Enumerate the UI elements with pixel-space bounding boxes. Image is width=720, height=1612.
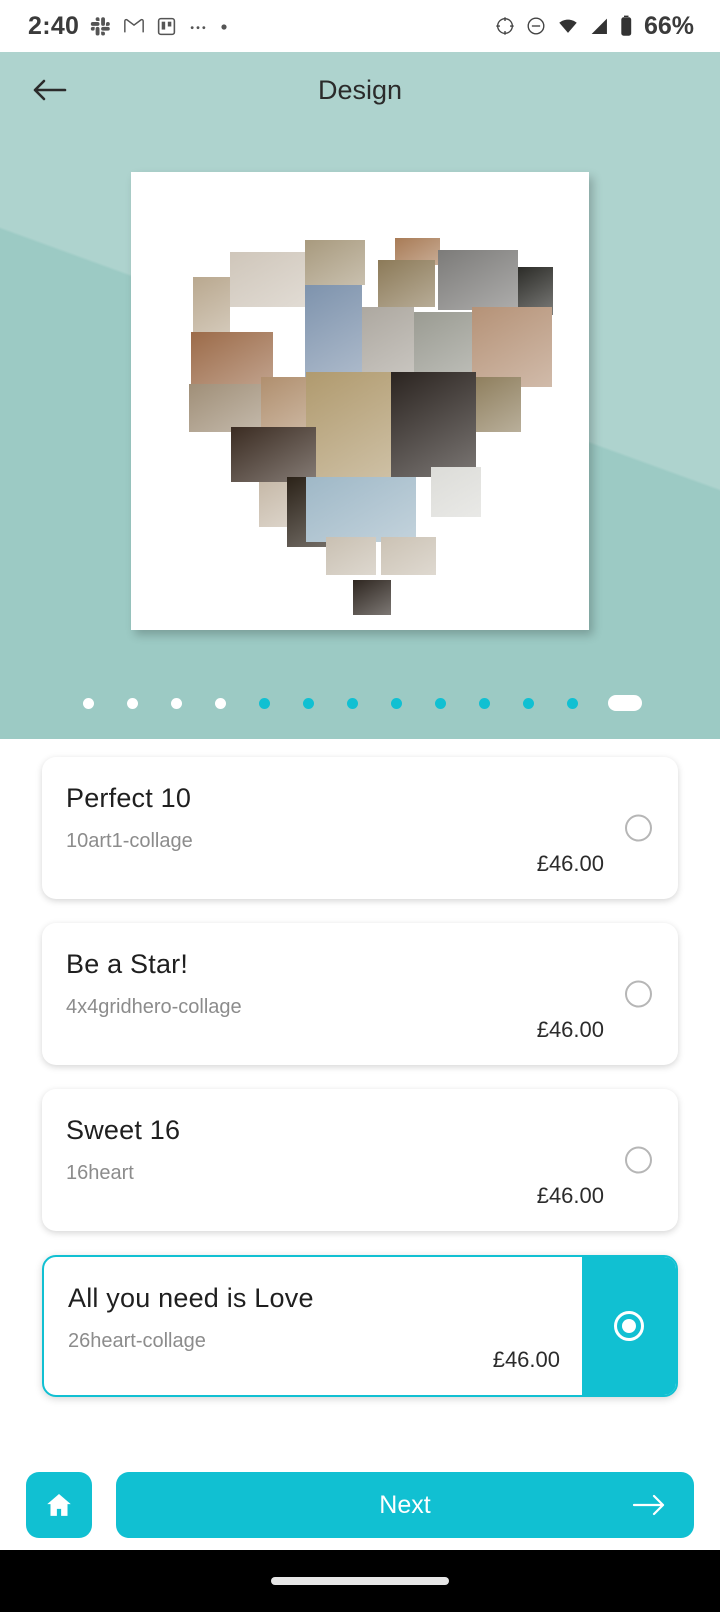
pager-dot[interactable] [566,697,578,709]
next-button[interactable]: Next [116,1472,694,1538]
bottom-action-bar: Next [0,1470,720,1540]
option-card[interactable]: Perfect 10 10art1-collage £46.00 [42,757,678,899]
pager-dot[interactable] [126,697,138,709]
collage-photo-tile [193,277,230,332]
trello-icon [156,16,177,37]
arrow-right-icon [632,1492,666,1518]
pager-dot[interactable] [434,697,446,709]
collage-photo-tile [353,580,391,615]
next-button-label: Next [379,1490,431,1519]
pager-dot[interactable] [390,697,402,709]
radio-button[interactable] [625,814,652,842]
pager-dot[interactable] [170,697,182,709]
collage-photo-tile [230,252,305,307]
design-option-list: Perfect 10 10art1-collage £46.00 Be a Star!… [0,739,720,1397]
radio-dot [622,1319,636,1333]
option-code: 4x4gridhero-collage [66,996,242,1018]
collage-photo-tile [305,240,365,285]
system-nav-bar [0,1550,720,1612]
design-option-4[interactable]: All you need is Love 26heart-collage £46.0… [0,1255,720,1397]
collage-photo-tile [431,467,481,517]
status-bar-right: 66% [494,12,694,41]
more-dots-icon [188,16,208,36]
nav-home-handle[interactable] [271,1577,449,1585]
option-code: 16heart [66,1162,134,1184]
option-price: £46.00 [536,1183,604,1208]
collage-photo-tile [391,372,476,477]
dnd-icon [525,15,547,37]
collage-photo-tile [326,537,376,575]
gmail-icon [123,15,145,37]
option-card[interactable]: Sweet 16 16heart £46.00 [42,1089,678,1231]
app-bar: Design [0,52,720,128]
back-arrow-icon [31,75,69,105]
option-card[interactable]: Be a Star! 4x4gridhero-collage £46.00 [42,923,678,1065]
option-price: £46.00 [536,851,604,876]
collage-photo-tile [306,477,416,542]
pager-dot-active[interactable] [608,695,642,711]
slack-icon [90,15,112,37]
option-title: Sweet 16 [66,1115,181,1145]
collage-preview-wrapper[interactable] [0,172,720,630]
collage-photo-tile [378,260,435,307]
design-option-1[interactable]: Perfect 10 10art1-collage £46.00 [0,757,720,899]
pager-dot[interactable] [346,697,358,709]
collage-photo-tile [189,384,261,432]
radio-button[interactable] [625,1146,652,1174]
pager-dot[interactable] [522,697,534,709]
radio-button-selected[interactable] [614,1311,644,1341]
wifi-icon [556,15,580,37]
design-option-3[interactable]: Sweet 16 16heart £46.00 [0,1089,720,1231]
pager-dot[interactable] [214,697,226,709]
collage-photo-tile [231,427,316,482]
collage-photo-tile [259,482,287,527]
collage-photo-tile [305,285,362,382]
page-title: Design [317,74,403,105]
option-title: Perfect 10 [66,783,192,813]
battery-percent: 66% [643,11,694,40]
collage-photo-tile [472,307,552,387]
dot-icon [219,21,229,31]
pager-dot[interactable] [82,697,94,709]
app-screen: 2:40 66% Design Perfect 10 10art1-collag… [0,0,720,1612]
option-title: Be a Star! [66,949,189,979]
collage-canvas[interactable] [131,172,589,630]
status-bar-clock: 2:40 [28,11,80,40]
pager-dot[interactable] [258,697,270,709]
collage-photo-tile [381,537,436,575]
collage-photo-tile [438,250,518,310]
status-bar: 2:40 66% [0,0,720,52]
home-button[interactable] [26,1472,92,1538]
home-icon [44,1490,74,1520]
option-code: 10art1-collage [66,830,193,852]
option-card[interactable]: All you need is Love 26heart-collage £46.0… [42,1255,678,1397]
back-button[interactable] [22,62,78,118]
collage-photo-tile [306,372,391,477]
pager-dot[interactable] [302,697,314,709]
preview-area: Design [0,52,720,739]
location-icon [494,15,516,37]
signal-icon [589,16,610,37]
radio-button[interactable] [625,980,652,1008]
collage-photo-tile [476,377,521,432]
design-option-2[interactable]: Be a Star! 4x4gridhero-collage £46.00 [0,923,720,1065]
pager-dots[interactable] [0,695,720,711]
option-price: £46.00 [492,1347,560,1372]
option-price: £46.00 [536,1017,604,1042]
option-selected-panel[interactable] [582,1257,676,1395]
battery-icon [619,14,633,38]
status-bar-left: 2:40 [28,12,229,41]
pager-dot[interactable] [478,697,490,709]
